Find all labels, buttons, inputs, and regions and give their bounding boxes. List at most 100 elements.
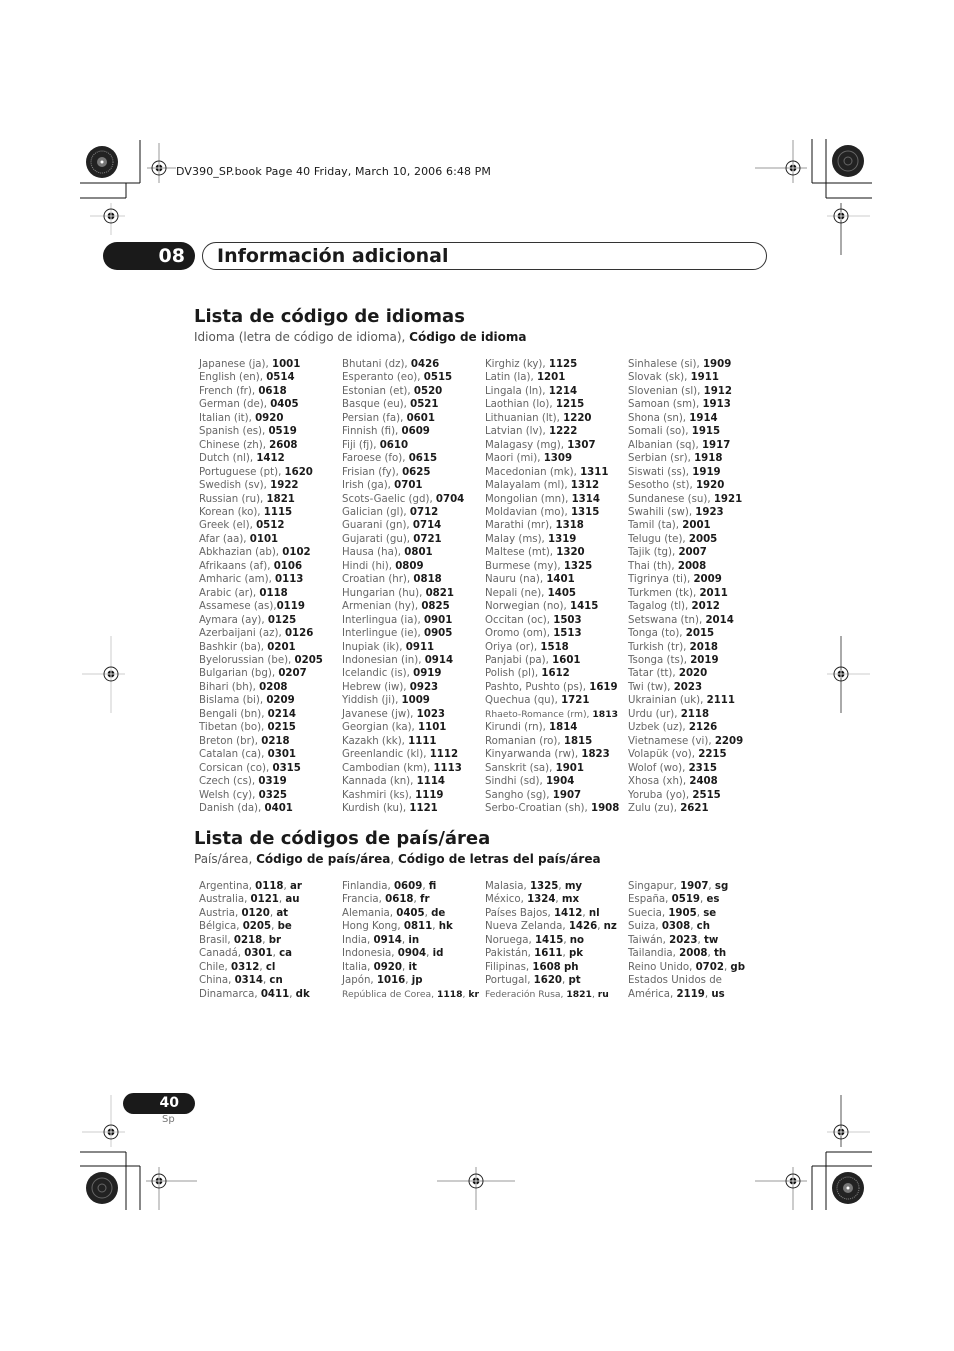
language-name: Kashmiri (ks), (342, 789, 416, 801)
language-code: 0515 (423, 372, 453, 384)
country-codes-subtitle: País/área, Código de país/área, Código d… (194, 852, 601, 866)
country-letter-code: my (564, 881, 583, 892)
country-entry: Suecia, 1905, se (628, 907, 745, 920)
country-entry: Chile, 0312, cl (199, 961, 310, 974)
country-entry: India, 0914, in (342, 934, 479, 947)
language-entry: Laothian (lo), 1215 (485, 398, 619, 411)
language-name: Basque (eu), (342, 399, 411, 411)
language-entry: Bulgarian (bg), 0207 (199, 667, 323, 680)
language-name: Shona (sn), (628, 412, 690, 424)
starburst-target-icon (832, 145, 864, 177)
language-name: Russian (ru), (199, 493, 267, 505)
language-code: 2126 (688, 722, 718, 734)
crop-marks (80, 139, 872, 1210)
language-code: 1907 (552, 789, 582, 801)
country-entry: Bélgica, 0205, be (199, 920, 310, 933)
country-entry: Indonesia, 0904, id (342, 947, 479, 960)
country-name: Pakistán, (485, 948, 535, 960)
language-entry: Tonga (to), 2015 (628, 627, 743, 640)
language-code: 0615 (408, 453, 438, 465)
country-entry: Tailandia, 2008, th (628, 947, 745, 960)
language-name: Armenian (hy), (342, 601, 422, 613)
registration-mark-icon (90, 203, 125, 235)
language-name: Welsh (cy), (199, 789, 259, 801)
language-entry: Serbo-Croatian (sh), 1908 (485, 802, 619, 815)
language-name: Cambodian (km), (342, 762, 434, 774)
country-name: América, (628, 988, 677, 1000)
language-name: Wolof (wo), (628, 762, 689, 774)
language-code: 0721 (413, 533, 442, 545)
country-name: Alemania, (342, 907, 397, 919)
language-name: Hausa (ha), (342, 547, 405, 559)
language-entry: Nepali (ne), 1405 (485, 587, 619, 600)
language-name: Danish (da), (199, 802, 265, 814)
language-entry: Interlingua (ia), 0901 (342, 614, 464, 627)
language-entry: Shona (sn), 1914 (628, 412, 743, 425)
country-entry: Suiza, 0308, ch (628, 920, 745, 933)
language-entry: Sinhalese (si), 1909 (628, 358, 743, 371)
language-code: 1914 (689, 412, 718, 424)
country-letter-code: no (569, 934, 585, 946)
language-name: Tamil (ta), (628, 520, 683, 532)
language-name: Faroese (fo), (342, 453, 409, 465)
language-name: Malayalam (ml), (485, 480, 571, 492)
country-entry: Singapur, 1907, sg (628, 880, 745, 893)
language-name: Rhaeto-Romance (rm), (485, 708, 593, 720)
country-entry: Filipinas, 1608 ph (485, 961, 617, 974)
language-code: 1823 (581, 749, 610, 761)
language-entry: Sanskrit (sa), 1901 (485, 762, 619, 775)
language-name: Bhutani (dz), (342, 359, 411, 370)
language-code: 1813 (592, 708, 618, 720)
language-code: 1821 (266, 493, 295, 505)
language-code: 1911 (690, 372, 719, 384)
language-code: 2023 (673, 681, 703, 693)
language-name: Corsican (co), (199, 762, 273, 774)
language-entry: Dutch (nl), 1412 (199, 452, 323, 465)
language-code: 2007 (678, 547, 707, 559)
language-name: Tsonga (ts), (628, 654, 691, 666)
language-code: 0102 (282, 547, 311, 559)
country-code: 1415 (534, 934, 564, 946)
language-name: Gujarati (gu), (342, 533, 414, 545)
language-name: Turkmen (tk), (628, 587, 700, 599)
country-entry: Canadá, 0301, ca (199, 947, 310, 960)
language-name: Byelorussian (be), (199, 654, 295, 666)
language-code: 0905 (423, 628, 453, 640)
country-code: 1118 (436, 988, 463, 1000)
language-code: 2515 (692, 789, 721, 801)
language-code: 0405 (270, 399, 299, 411)
language-code: 0106 (273, 560, 303, 572)
language-code: 1619 (589, 681, 618, 693)
language-name: Bislama (bi), (199, 695, 267, 707)
country-letter-code: dk (295, 988, 310, 1000)
language-entry: Guarani (gn), 0714 (342, 519, 464, 532)
language-entry: Persian (fa), 0601 (342, 412, 464, 425)
language-name: Kannada (kn), (342, 776, 417, 788)
language-entry: Volapük (vo), 2215 (628, 748, 743, 761)
language-entry: Panjabi (pa), 1601 (485, 654, 619, 667)
language-entry: Greenlandic (kl), 1112 (342, 748, 464, 761)
language-name: Pashto, Pushto (ps), (485, 681, 590, 693)
language-name: German (de), (199, 399, 271, 411)
country-letter-code: in (408, 934, 420, 946)
language-entry: Turkish (tr), 2018 (628, 641, 743, 654)
language-code: 1111 (408, 735, 437, 747)
language-name: Tigrinya (ti), (628, 574, 694, 586)
language-name: Tibetan (bo), (199, 722, 268, 734)
country-letter-code: ch (696, 921, 710, 933)
starburst-target-icon (86, 146, 118, 178)
language-name: Bashkir (ba), (199, 641, 268, 653)
language-code: 0610 (379, 439, 409, 451)
language-entry: Galician (gl), 0712 (342, 506, 464, 519)
language-entry: Catalan (ca), 0301 (199, 748, 323, 761)
language-code: 0625 (402, 466, 431, 478)
language-entry: Moldavian (mo), 1315 (485, 506, 619, 519)
language-name: Japanese (ja), (199, 359, 272, 370)
language-entry: Bislama (bi), 0209 (199, 694, 323, 707)
language-name: Swahili (sw), (628, 506, 696, 518)
language-code: 1815 (563, 735, 593, 747)
language-name: Georgian (ka), (342, 722, 419, 734)
language-code: 1325 (563, 560, 593, 572)
country-name: Suecia, (628, 907, 669, 919)
language-entry: Irish (ga), 0701 (342, 479, 464, 492)
